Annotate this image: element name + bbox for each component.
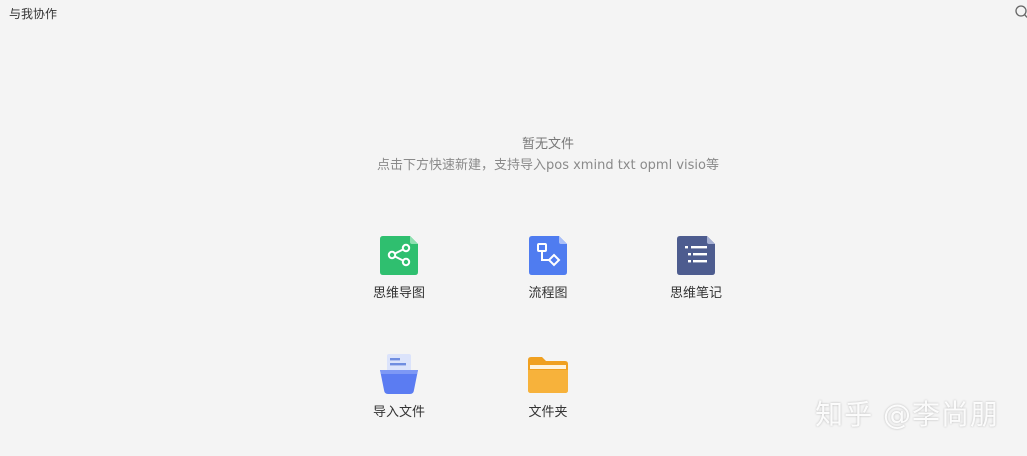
new-mindmap-button[interactable]: 思维导图 [349, 234, 449, 314]
new-notes-button[interactable]: 思维笔记 [646, 234, 746, 314]
mindmap-icon [380, 236, 418, 275]
search-icon [1015, 5, 1027, 18]
new-flowchart-label: 流程图 [528, 286, 568, 301]
flowchart-icon [529, 236, 567, 275]
new-flowchart-button[interactable]: 流程图 [498, 234, 598, 314]
import-file-label: 导入文件 [372, 405, 425, 420]
empty-state-title: 暂无文件 [521, 137, 574, 152]
import-file-icon [380, 354, 418, 394]
folder-icon [528, 357, 568, 393]
notes-icon [677, 236, 715, 275]
page-title: 与我协作 [9, 7, 58, 21]
watermark: 知乎 @李尚朋 [815, 398, 999, 431]
new-folder-button[interactable]: 文件夹 [498, 353, 598, 433]
page: 与我协作 暂无文件 点击下方快速新建，支持导入pos xmind txt opm… [0, 0, 1027, 456]
new-notes-label: 思维笔记 [669, 286, 722, 301]
import-file-button[interactable]: 导入文件 [349, 353, 449, 433]
search-button[interactable] [1013, 4, 1027, 20]
new-folder-label: 文件夹 [528, 405, 568, 420]
empty-state-hint: 点击下方快速新建，支持导入pos xmind txt opml visio等 [377, 158, 719, 173]
new-mindmap-label: 思维导图 [372, 286, 425, 301]
